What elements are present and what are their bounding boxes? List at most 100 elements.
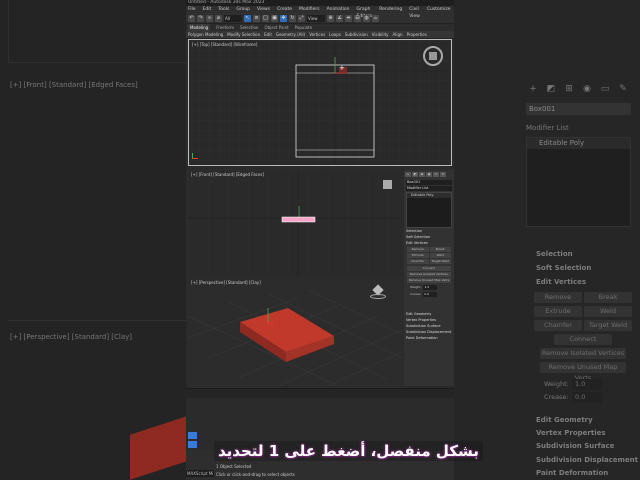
persp-viewport-label[interactable]: [+] [Perspective] [Standard] [Clay]	[191, 280, 261, 285]
layer-explorer-icon[interactable]	[188, 432, 197, 439]
menu-item[interactable]: Modifiers	[299, 6, 320, 13]
ribbon-tab[interactable]: Populate	[295, 24, 312, 31]
undo-icon[interactable]: ↶	[188, 14, 195, 22]
ribbon-panel[interactable]: Visibility	[372, 31, 389, 38]
unlink-icon[interactable]: ⌀	[215, 14, 222, 22]
motion-tab-icon[interactable]: ◉	[426, 172, 432, 177]
mirror-icon[interactable]: ⇹	[345, 14, 352, 22]
bg-extrude-button: Extrude	[534, 306, 582, 317]
rotate-icon[interactable]: ↻	[289, 14, 296, 22]
section-subdivision-surface[interactable]: Subdivision Surface	[404, 324, 454, 329]
ribbon-panel[interactable]: Align	[393, 31, 403, 38]
menu-item[interactable]: Create	[277, 6, 292, 13]
scale-icon[interactable]: ⤢	[298, 14, 305, 22]
rect-selection-icon[interactable]: □	[262, 14, 269, 22]
bg-grid-line	[8, 62, 186, 63]
menu-item[interactable]: Rendering	[379, 6, 402, 13]
modifier-stack[interactable]: Editable Poly	[406, 192, 452, 228]
ref-coord-dropdown[interactable]: View	[307, 14, 325, 22]
ribbon-tab[interactable]: Object Paint	[264, 24, 288, 31]
select-object-icon[interactable]: ↖	[244, 14, 251, 22]
link-icon[interactable]: ∞	[206, 14, 213, 22]
menu-bar: File Edit Tools Group Views Create Modifiers An…	[186, 6, 454, 19]
front-viewport-label[interactable]: [+] [Front] [Standard] [Edged Faces]	[191, 172, 264, 177]
ribbon-tab[interactable]: Modeling	[188, 24, 211, 31]
section-paint-deformation[interactable]: Paint Deformation	[404, 336, 454, 341]
section-soft-selection[interactable]: Soft Selection	[404, 235, 454, 240]
snap-icon[interactable]: ∡	[336, 14, 343, 22]
window-crossing-icon[interactable]: ▣	[271, 14, 278, 22]
perspective-viewport[interactable]: [+] [Perspective] [Standard] [Clay]	[188, 278, 402, 386]
bg-display-icon: ▭	[600, 84, 610, 94]
selection-filter-dropdown[interactable]: All	[224, 14, 242, 22]
scene-explorer-icon[interactable]	[188, 441, 197, 448]
ribbon-panel[interactable]: Modify Selection	[227, 31, 260, 38]
select-by-name-icon[interactable]: ≡	[253, 14, 260, 22]
utilities-tab-icon[interactable]: ✎	[440, 172, 446, 177]
ribbon-panel[interactable]: Edit	[264, 31, 272, 38]
redo-icon[interactable]: ↷	[197, 14, 204, 22]
remove-isolated-vertices-button[interactable]: Remove Isolated Vertices	[407, 272, 451, 277]
remove-button[interactable]: Remove	[407, 247, 429, 252]
status-selection: 1 Object Selected	[216, 464, 252, 469]
ribbon-panel[interactable]: Properties	[407, 31, 427, 38]
ribbon-panel[interactable]: Polygon Modeling	[188, 31, 223, 38]
extrude-button[interactable]: Extrude	[407, 253, 429, 258]
ribbon-tab[interactable]: Freeform	[216, 24, 234, 31]
section-subdivision-displacement[interactable]: Subdivision Displacement	[404, 330, 454, 335]
viewcube-icon[interactable]	[383, 180, 392, 189]
menu-item[interactable]: Graph Editors	[357, 6, 373, 19]
connect-button[interactable]: Connect	[407, 266, 451, 271]
pivot-icon[interactable]: ⊕	[327, 14, 334, 22]
stack-item-editable-poly[interactable]: Editable Poly	[407, 193, 451, 198]
top-viewport-label[interactable]: [+] [Top] [Standard] [Wireframe]	[192, 42, 257, 47]
front-viewport[interactable]: [+] [Front] [Standard] [Edged Faces]	[188, 170, 402, 276]
modifier-list-dropdown[interactable]: Modifier List	[406, 186, 452, 191]
menu-item[interactable]: Edit	[203, 6, 212, 13]
section-selection[interactable]: Selection	[404, 229, 454, 234]
bg-modifier-list: Modifier List	[526, 124, 569, 132]
viewcube-icon[interactable]	[370, 284, 386, 300]
modify-tab-icon[interactable]: ◩	[412, 172, 418, 177]
move-icon[interactable]: ✥	[280, 14, 287, 22]
display-tab-icon[interactable]: ▭	[433, 172, 439, 177]
maxscript-listener[interactable]: MAXScript Mi	[186, 470, 214, 477]
ribbon-panel[interactable]: Loops	[329, 31, 341, 38]
menu-item[interactable]: Tools	[218, 6, 229, 13]
menu-item[interactable]: Group	[236, 6, 250, 13]
crease-label: Crease:	[410, 292, 422, 296]
bg-remove-unused-button: Remove Unused Map Verts	[540, 362, 626, 382]
time-slider[interactable]	[186, 388, 454, 398]
menu-item[interactable]: File	[188, 6, 196, 13]
menu-item[interactable]: Views	[257, 6, 270, 13]
bg-target-weld-button: Target Weld	[584, 320, 632, 331]
ribbon-tab[interactable]: Selection	[240, 24, 258, 31]
object-name-field[interactable]: Box001	[406, 180, 452, 185]
command-panel-tabs: + ◩ ⊞ ◉ ▭ ✎	[404, 170, 454, 179]
command-panel: + ◩ ⊞ ◉ ▭ ✎ Box001 Modifier List Editabl…	[404, 170, 454, 386]
menu-item[interactable]: Civil View	[409, 6, 420, 19]
align-icon[interactable]: ⊟	[354, 14, 361, 22]
top-viewport[interactable]: + [+] [Top] [Standard] [Wireframe]	[188, 39, 452, 166]
create-tab-icon[interactable]: +	[405, 172, 411, 177]
menu-item[interactable]: Customize	[427, 6, 451, 13]
svg-text:+: +	[339, 64, 345, 72]
menu-item[interactable]: Animation	[327, 6, 350, 13]
top-grid: +	[189, 40, 451, 165]
viewcube-icon[interactable]	[423, 46, 443, 66]
section-vertex-properties[interactable]: Vertex Properties	[404, 318, 454, 323]
ribbon-panel[interactable]: Geometry (All)	[276, 31, 305, 38]
remove-unused-map-verts-button[interactable]: Remove Unused Map Verts	[407, 278, 451, 283]
weight-input[interactable]: 1.0	[423, 285, 438, 290]
render-icon[interactable]: ☕	[372, 14, 379, 22]
section-edit-geometry[interactable]: Edit Geometry	[404, 312, 454, 317]
ribbon-panel[interactable]: Subdivision	[345, 31, 368, 38]
break-button[interactable]: Break	[429, 247, 451, 252]
target-weld-button[interactable]: Target Weld	[429, 259, 451, 264]
hierarchy-tab-icon[interactable]: ⊞	[419, 172, 425, 177]
ribbon-panel[interactable]: Vertices	[309, 31, 325, 38]
material-editor-icon[interactable]: ◍	[363, 14, 370, 22]
chamfer-button[interactable]: Chamfer	[407, 259, 429, 264]
crease-input[interactable]: 0.0	[423, 292, 438, 297]
weld-button[interactable]: Weld	[429, 253, 451, 258]
